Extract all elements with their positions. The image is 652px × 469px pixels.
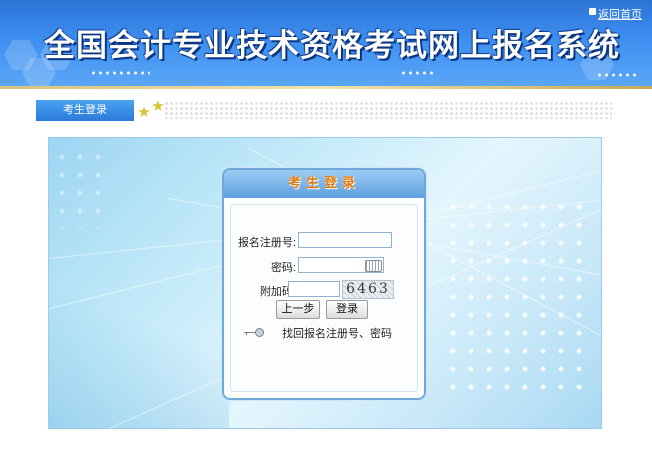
dot-decoration (90, 70, 150, 76)
panel-shade (49, 288, 229, 428)
home-link[interactable]: 返回首页 (598, 6, 642, 22)
star-icon (138, 106, 150, 117)
system-title: 全国会计专业技术资格考试网上报名系统 (44, 28, 620, 64)
nav-strip: 考生登录 (0, 97, 652, 123)
tab-student-login[interactable]: 考生登录 (36, 100, 134, 121)
login-box: 考生登录 报名注册号: 密码: 附加码: 6463 上一步 登录 找回报名注册号… (222, 168, 426, 400)
captcha-image[interactable]: 6463 (342, 280, 394, 299)
captcha-label: 附加码: (259, 286, 296, 298)
star-icon (152, 100, 164, 111)
captcha-input[interactable] (288, 281, 340, 297)
login-button[interactable]: 登录 (326, 300, 368, 319)
dot-decoration (596, 72, 638, 78)
keyboard-icon[interactable] (365, 260, 382, 272)
recover-credentials-link[interactable]: 找回报名注册号、密码 (282, 325, 392, 341)
key-icon (244, 328, 264, 337)
dot-pattern-band (164, 101, 612, 119)
dot-decoration (400, 70, 435, 76)
dot-grid-decoration (53, 148, 113, 228)
login-box-title: 考生登录 (224, 170, 424, 198)
reg-number-input[interactable] (298, 232, 392, 248)
reg-number-label: 报名注册号: (237, 237, 296, 249)
dot-grid-decoration (444, 198, 594, 398)
header-banner: 全国会计专业技术资格考试网上报名系统 返回首页 (0, 0, 652, 86)
home-icon (589, 8, 596, 15)
password-label: 密码: (270, 262, 296, 274)
back-button[interactable]: 上一步 (276, 300, 320, 319)
header-divider (0, 86, 652, 89)
